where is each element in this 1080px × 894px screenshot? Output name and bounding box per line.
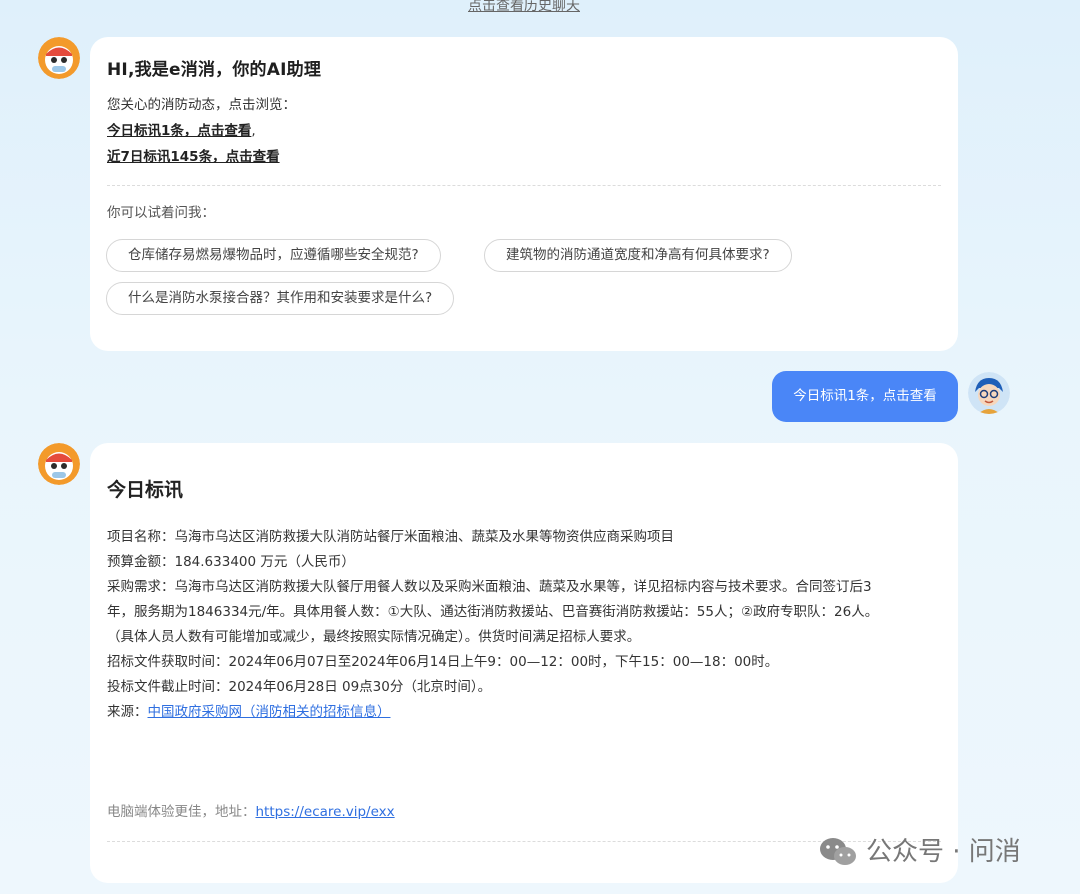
today-news-link[interactable]: 今日标讯1条，点击查看: [107, 123, 251, 139]
today-news-line: 今日标讯1条，点击查看,: [107, 121, 256, 141]
wechat-icon: [820, 838, 856, 865]
greeting-title: HI,我是e消消，你的AI助理: [107, 60, 322, 80]
user-message-bubble: 今日标讯1条，点击查看: [772, 371, 958, 422]
footer-line: 电脑端体验更佳，地址：https://ecare.vip/exx: [107, 800, 395, 825]
source-link[interactable]: 中国政府采购网（消防相关的招标信息）: [148, 704, 391, 720]
greeting-card: HI,我是e消消，你的AI助理 您关心的消防动态，点击浏览： 今日标讯1条，点击…: [90, 37, 958, 351]
divider: [107, 185, 941, 186]
assistant-avatar: [38, 37, 80, 79]
footer-label: 电脑端体验更佳，地址：: [107, 804, 256, 820]
user-avatar: [968, 372, 1010, 414]
week-news-link[interactable]: 近7日标讯145条，点击查看: [107, 149, 280, 165]
divider: [107, 841, 941, 842]
news-line: 招标文件获取时间：2024年06月07日至2024年06月14日上午9：00—1…: [107, 654, 779, 670]
news-title: 今日标讯: [107, 479, 184, 501]
suggestion-chip[interactable]: 什么是消防水泵接合器？其作用和安装要求是什么?: [106, 282, 455, 315]
news-card: 今日标讯 项目名称：乌海市乌达区消防救援大队消防站餐厅米面粮油、蔬菜及水果等物资…: [90, 443, 958, 883]
assistant-avatar: [38, 443, 80, 485]
source-label: 来源：: [107, 704, 148, 720]
source-line: 来源：中国政府采购网（消防相关的招标信息）: [107, 700, 391, 725]
try-ask-label: 你可以试着问我：: [107, 205, 215, 221]
news-line: 投标文件截止时间：2024年06月28日 09点30分（北京时间）。: [107, 679, 492, 695]
history-link[interactable]: 点击查看历史聊天: [0, 0, 1048, 16]
suggestion-chip[interactable]: 建筑物的消防通道宽度和净高有何具体要求?: [484, 239, 792, 272]
news-line: （具体人员人数有可能增加或减少，最终按照实际情况确定）。供货时间满足招标人要求。: [107, 629, 641, 645]
suggestion-chip[interactable]: 仓库储存易燃易爆物品时，应遵循哪些安全规范?: [106, 239, 441, 272]
footer-link[interactable]: https://ecare.vip/exx: [256, 804, 395, 820]
watermark-text: 公众号 · 问消: [866, 837, 1021, 867]
greeting-intro: 您关心的消防动态，点击浏览：: [107, 97, 296, 113]
today-news-suffix: ,: [251, 123, 256, 139]
week-news-line: 近7日标讯145条，点击查看: [107, 147, 280, 167]
news-line: 预算金额：184.633400 万元（人民币）: [107, 554, 355, 570]
news-line: 年，服务期为1846334元/年。具体用餐人数：①大队、通达街消防救援站、巴音赛…: [107, 604, 879, 620]
news-line: 采购需求：乌海市乌达区消防救援大队餐厅用餐人数以及采购米面粮油、蔬菜及水果等，详…: [107, 579, 872, 595]
watermark: 公众号 · 问消: [818, 832, 1021, 872]
news-line: 项目名称：乌海市乌达区消防救援大队消防站餐厅米面粮油、蔬菜及水果等物资供应商采购…: [107, 529, 674, 545]
